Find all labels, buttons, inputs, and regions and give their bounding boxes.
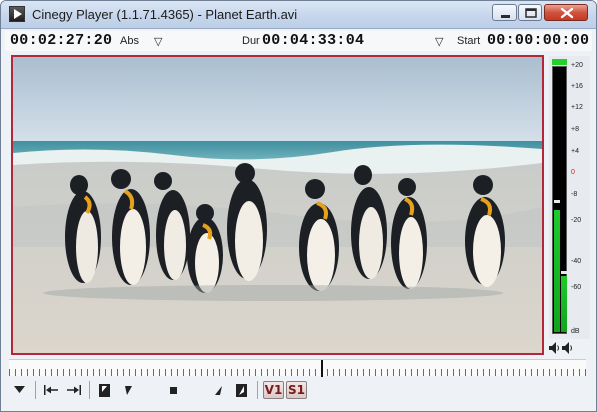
- meter-tick: -8: [571, 191, 578, 198]
- meter-tick: +12: [571, 104, 583, 111]
- window-title: Cinegy Player (1.1.71.4365) - Planet Ear…: [32, 7, 298, 22]
- meter-tick: +16: [571, 83, 583, 90]
- maximize-button[interactable]: [518, 4, 542, 21]
- mark-in-icon: [98, 383, 110, 397]
- audio-controls: [548, 341, 574, 355]
- meter-peak-hold-right: [561, 271, 567, 274]
- minimize-button[interactable]: [492, 4, 517, 21]
- timeline-playhead[interactable]: [321, 360, 323, 377]
- step-back-button[interactable]: [123, 381, 133, 399]
- options-dropdown-button[interactable]: [11, 381, 27, 399]
- go-to-start-icon: [44, 385, 58, 395]
- duration-timecode: 00:04:33:04: [262, 32, 365, 49]
- meter-tick: -60: [571, 284, 582, 291]
- start-timecode: 00:00:00:00: [487, 32, 590, 49]
- duration-label: Dur: [242, 35, 260, 47]
- mark-out-icon: [235, 383, 247, 397]
- toolbar-separator: [257, 381, 258, 399]
- meter-tick: +4: [571, 148, 579, 155]
- meter-scale: +20 +16 +12 +8 +4 0 -8 -20 -40 -60 dB: [569, 56, 590, 339]
- video-frame[interactable]: [11, 55, 544, 355]
- mark-in-button[interactable]: [97, 381, 111, 399]
- speaker-icon[interactable]: [548, 341, 560, 355]
- meter-clip-indicator: [552, 59, 567, 65]
- subtitle-track-button[interactable]: S1: [286, 381, 307, 399]
- stop-icon: [169, 386, 177, 394]
- go-to-end-icon: [67, 385, 81, 395]
- player-window: Cinegy Player (1.1.71.4365) - Planet Ear…: [0, 0, 597, 412]
- meter-level-left: [554, 210, 560, 332]
- audio-level-meter: +20 +16 +12 +8 +4 0 -8 -20 -40 -60 dB: [549, 56, 590, 339]
- close-button[interactable]: [544, 4, 588, 21]
- timecode-mode-label[interactable]: Abs: [120, 35, 139, 47]
- stop-button[interactable]: [168, 381, 178, 399]
- timecode-mode-dropdown-icon[interactable]: ▽: [154, 35, 162, 48]
- timeline-scrubber[interactable]: [9, 359, 586, 377]
- current-timecode: 00:02:27:20: [10, 32, 113, 49]
- meter-tick: -20: [571, 217, 582, 224]
- app-icon[interactable]: [9, 6, 25, 22]
- toolbar-separator: [89, 381, 90, 399]
- step-back-icon: [124, 385, 132, 395]
- title-bar[interactable]: Cinegy Player (1.1.71.4365) - Planet Ear…: [1, 1, 596, 29]
- meter-tick: +8: [571, 126, 579, 133]
- mark-out-button[interactable]: [234, 381, 248, 399]
- go-to-end-button[interactable]: [66, 381, 82, 399]
- penguins-video-image: [13, 57, 542, 353]
- meter-unit-label: dB: [571, 328, 580, 335]
- go-to-start-button[interactable]: [43, 381, 59, 399]
- start-label: Start: [457, 35, 481, 47]
- step-forward-button[interactable]: [213, 381, 223, 399]
- transport-controls: V1 S1: [5, 379, 592, 401]
- start-dropdown-icon[interactable]: ▽: [435, 35, 443, 48]
- meter-tick: -40: [571, 258, 582, 265]
- meter-tick-zero: 0: [571, 169, 575, 176]
- maximize-icon: [525, 8, 537, 18]
- minimize-icon: [501, 15, 510, 18]
- meter-track: [552, 66, 567, 334]
- speaker-mute-icon[interactable]: [561, 341, 573, 355]
- meter-peak-hold-left: [554, 200, 560, 203]
- step-forward-icon: [214, 385, 222, 395]
- dropdown-icon: [13, 386, 25, 393]
- toolbar-separator: [35, 381, 36, 399]
- video-track-button[interactable]: V1: [263, 381, 284, 399]
- meter-level-right: [561, 276, 567, 332]
- timeline-ticks: [9, 369, 586, 376]
- close-icon: [560, 7, 574, 19]
- meter-tick: +20: [571, 62, 583, 69]
- timecode-bar: 00:02:27:20 Abs ▽ Dur 00:04:33:04 ▽ Star…: [5, 31, 592, 51]
